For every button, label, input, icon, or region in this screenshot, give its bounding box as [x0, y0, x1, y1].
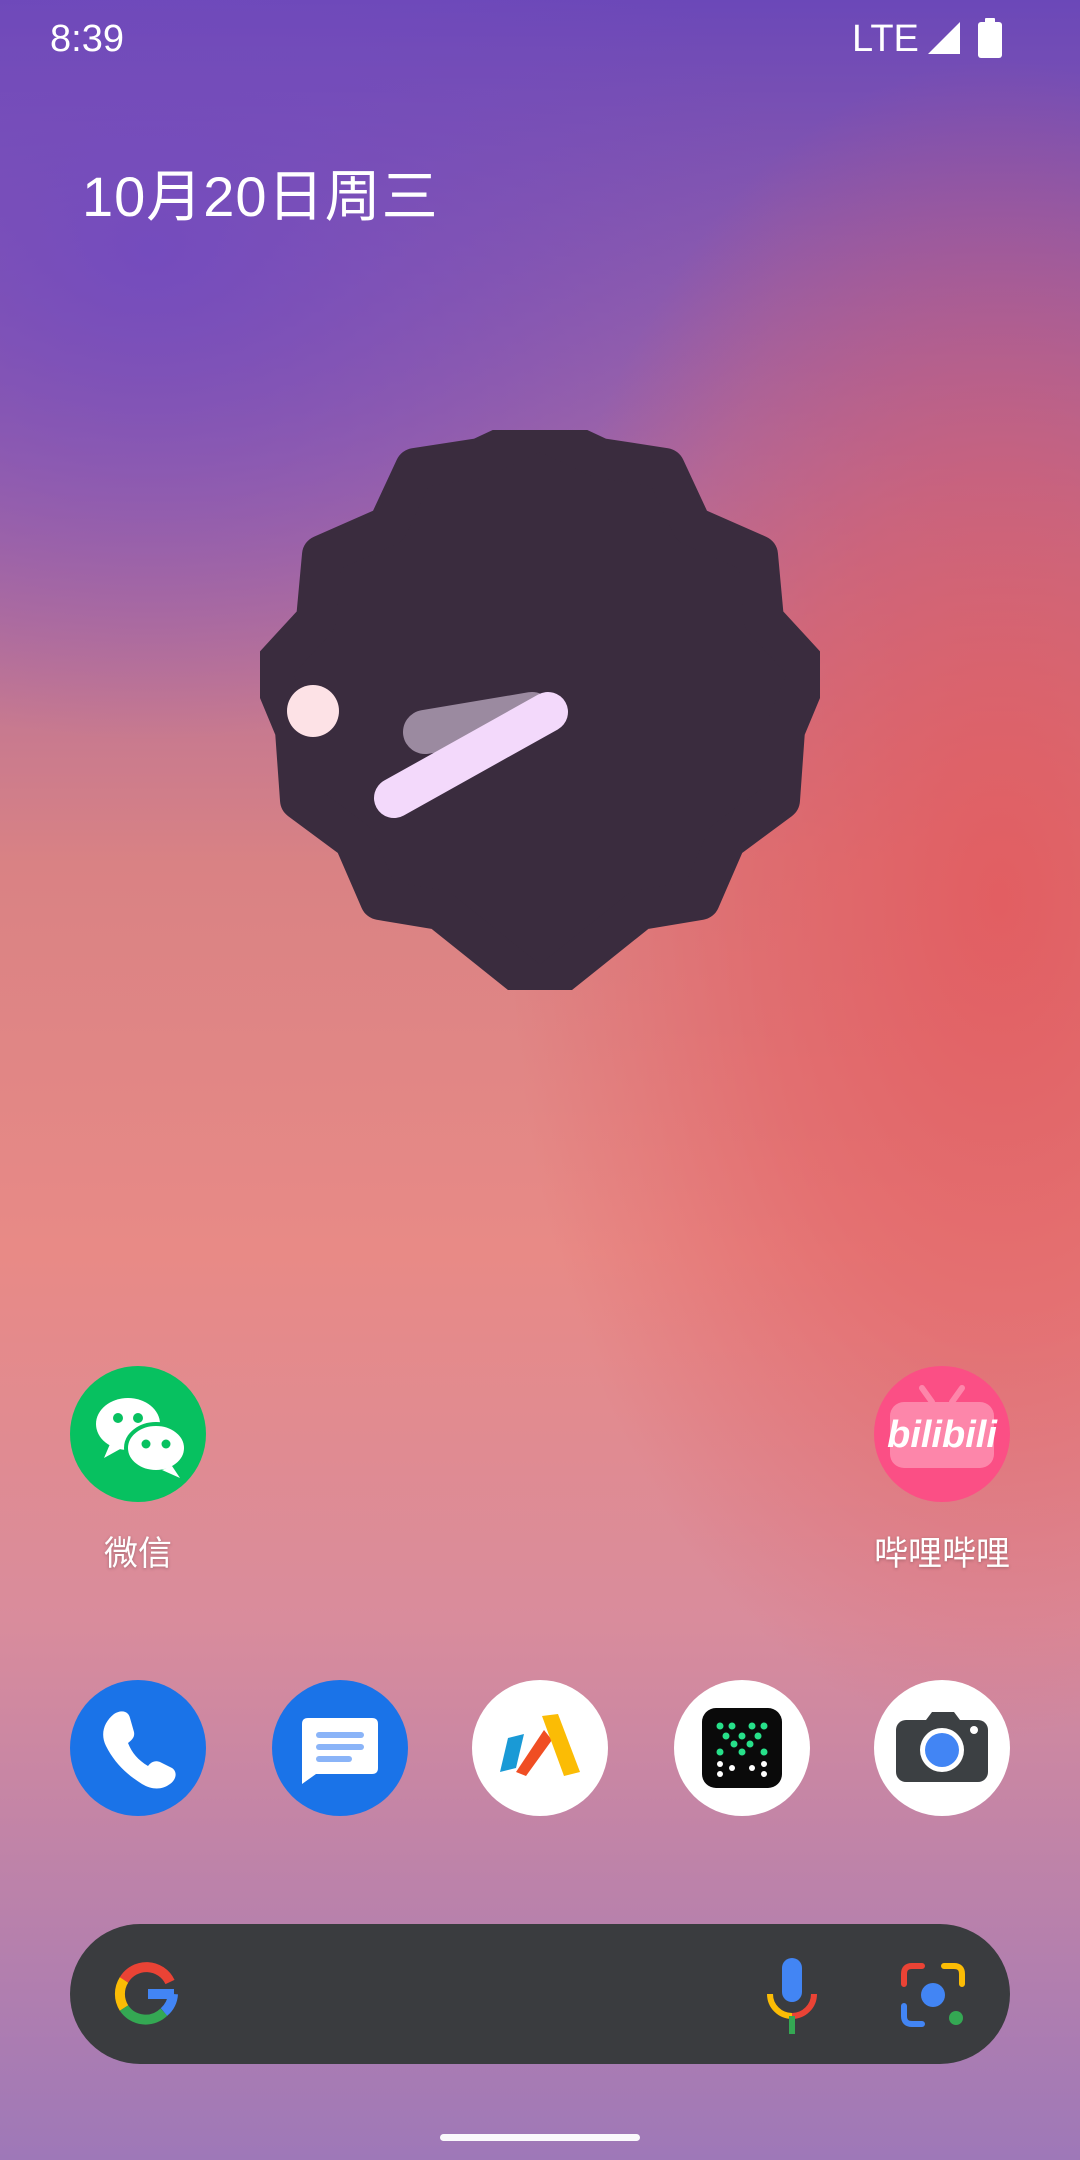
app-wechat[interactable]: 微信	[38, 1366, 238, 1575]
network-type: LTE	[852, 18, 919, 60]
dock-messages[interactable]	[272, 1680, 408, 1816]
lens-icon[interactable]	[898, 1960, 968, 2030]
date-widget[interactable]: 10月20日周三	[82, 152, 439, 233]
camera-icon	[896, 1712, 988, 1782]
app-label: 哔哩哔哩	[874, 1535, 1010, 1573]
phone-icon	[103, 1711, 176, 1789]
messages-icon	[302, 1718, 378, 1784]
bilibili-icon: bilibili	[874, 1366, 1010, 1502]
grid-app-icon	[702, 1708, 782, 1788]
google-g-icon	[114, 1962, 178, 2025]
status-time: 8:39	[50, 18, 124, 60]
signal-icon	[928, 22, 960, 54]
gesture-nav-bar[interactable]	[440, 2134, 640, 2141]
dock-app[interactable]	[472, 1680, 608, 1816]
app-bilibili[interactable]: bilibili 哔哩哔哩	[842, 1366, 1042, 1575]
dock-phone[interactable]	[70, 1680, 206, 1816]
google-search-bar[interactable]	[70, 1924, 1010, 2064]
clock-second-dot	[287, 685, 339, 737]
app-icon	[500, 1714, 580, 1776]
clock-widget[interactable]	[260, 430, 820, 990]
battery-icon	[978, 18, 1002, 58]
dock-camera[interactable]	[874, 1680, 1010, 1816]
app-label: 微信	[104, 1535, 172, 1573]
mic-icon[interactable]	[762, 1954, 822, 2038]
wechat-icon	[70, 1366, 206, 1502]
dock-grid-app[interactable]	[674, 1680, 810, 1816]
status-bar: 8:39 LTE	[0, 0, 1080, 80]
bilibili-logo-text: bilibili	[887, 1414, 997, 1456]
